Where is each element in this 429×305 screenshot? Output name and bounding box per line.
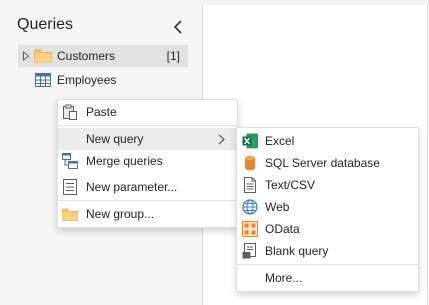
menu-item-label: New query xyxy=(86,132,144,146)
menu-item-label: Blank query xyxy=(265,244,329,258)
menu-item-new-parameter[interactable]: New parameter... xyxy=(58,176,237,198)
menu-item-label: Paste xyxy=(86,105,117,119)
new-query-submenu: Excel SQL Server database Text/CSV Web O… xyxy=(236,127,419,292)
menu-item-new-group[interactable]: New group... xyxy=(58,203,237,225)
context-menu: Paste New query Merge queries New parame… xyxy=(57,99,238,228)
menu-item-label: Text/CSV xyxy=(265,178,316,192)
menu-item-new-query[interactable]: New query xyxy=(58,128,237,150)
submenu-item-excel[interactable]: Excel xyxy=(237,130,418,152)
submenu-item-web[interactable]: Web xyxy=(237,196,418,218)
parameter-icon xyxy=(62,179,78,195)
submenu-item-odata[interactable]: OData xyxy=(237,218,418,240)
menu-divider xyxy=(237,264,418,265)
expand-triangle-icon[interactable] xyxy=(18,45,34,67)
menu-item-label: New parameter... xyxy=(86,180,178,194)
menu-item-label: SQL Server database xyxy=(265,156,380,170)
database-icon xyxy=(242,155,258,171)
folder-icon xyxy=(34,45,52,67)
pane-border xyxy=(427,5,428,305)
queries-pane-title: Queries xyxy=(17,16,74,33)
query-item-label: Employees xyxy=(57,73,117,87)
menu-item-label: Web xyxy=(265,200,290,214)
folder-icon xyxy=(62,206,78,222)
chevron-left-icon xyxy=(173,20,182,34)
menu-item-label: Merge queries xyxy=(86,154,163,168)
menu-item-label: More... xyxy=(265,271,303,285)
submenu-item-blank-query[interactable]: Blank query xyxy=(237,240,418,262)
globe-icon xyxy=(242,199,258,215)
table-icon xyxy=(34,69,52,91)
menu-item-merge-queries[interactable]: Merge queries xyxy=(58,150,237,172)
chevron-right-icon xyxy=(215,133,227,145)
menu-divider xyxy=(58,200,237,201)
paste-icon xyxy=(62,104,78,120)
query-group-count: [1] xyxy=(166,49,180,63)
odata-icon xyxy=(242,221,258,237)
query-group-label: Customers xyxy=(57,49,116,63)
document-icon xyxy=(242,177,258,193)
query-group-customers[interactable]: Customers [1] xyxy=(18,45,188,67)
merge-queries-icon xyxy=(62,153,78,169)
submenu-item-more[interactable]: More... xyxy=(237,267,418,289)
query-item-employees[interactable]: Employees xyxy=(18,69,188,91)
menu-item-label: New group... xyxy=(86,207,155,221)
blank-query-icon xyxy=(242,243,258,259)
collapse-pane-button[interactable] xyxy=(170,19,186,35)
menu-divider xyxy=(58,125,237,126)
menu-item-label: Excel xyxy=(265,134,295,148)
submenu-item-text-csv[interactable]: Text/CSV xyxy=(237,174,418,196)
excel-icon xyxy=(242,133,258,149)
menu-item-label: OData xyxy=(265,222,300,236)
menu-item-paste[interactable]: Paste xyxy=(58,101,237,123)
submenu-item-sql-server[interactable]: SQL Server database xyxy=(237,152,418,174)
